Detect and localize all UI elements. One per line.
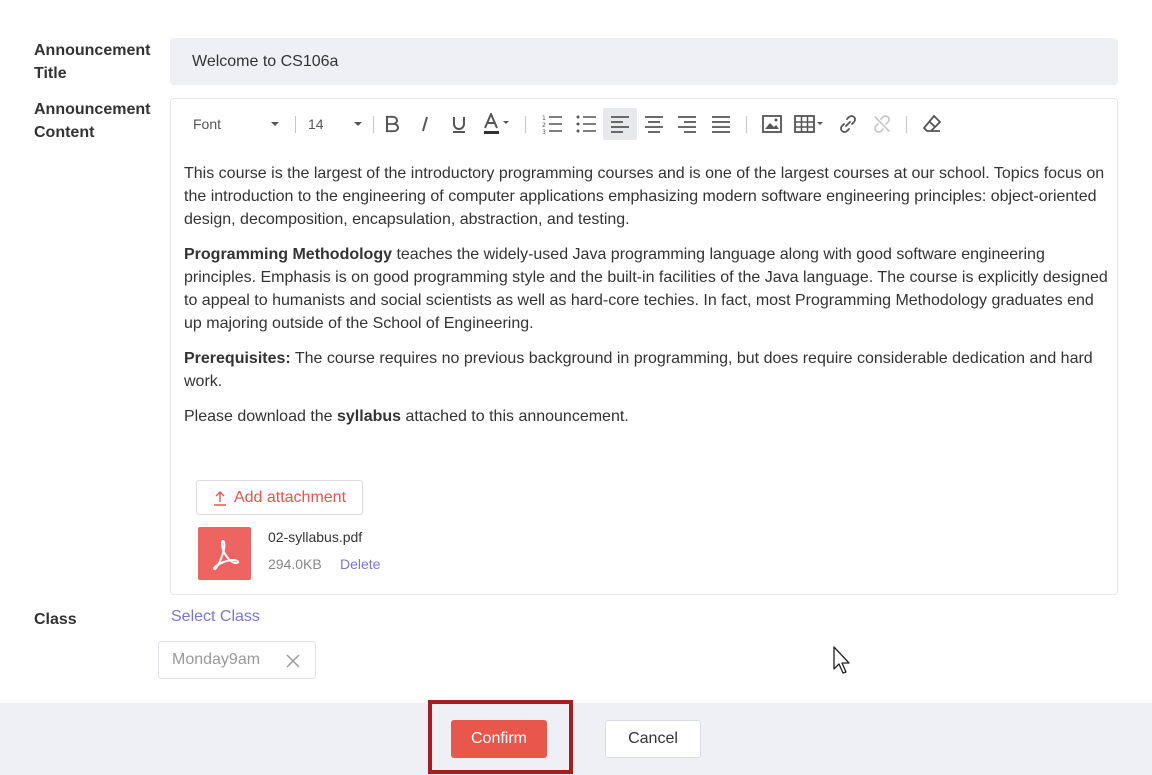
attachment-file-name[interactable]: 02-syllabus.pdf	[268, 529, 362, 545]
mouse-cursor-icon	[833, 646, 850, 674]
close-icon[interactable]	[285, 653, 301, 669]
bold-button[interactable]	[377, 108, 407, 140]
font-family-value: Font	[193, 116, 222, 132]
rich-text-editor: Font 14 123 This course is the largest o…	[170, 98, 1118, 595]
align-left-button[interactable]	[603, 108, 637, 140]
underline-icon	[453, 117, 465, 133]
align-center-button[interactable]	[637, 108, 671, 140]
content-paragraph: Please download the syllabus attached to…	[184, 405, 1109, 428]
toolbar-divider	[525, 116, 526, 133]
italic-button[interactable]	[411, 108, 441, 140]
insert-table-button[interactable]	[791, 108, 827, 140]
pdf-glyph	[212, 539, 239, 570]
class-chip: Monday9am	[158, 641, 316, 679]
paragraph-text: attached to this announcement.	[401, 408, 629, 425]
content-paragraph: This course is the largest of the introd…	[184, 165, 1105, 228]
class-chip-label: Monday9am	[172, 651, 261, 668]
highlight-box	[428, 700, 573, 774]
justify-icon	[712, 116, 730, 133]
content-paragraph: Programming Methodology teaches the wide…	[184, 243, 1109, 335]
clear-format-button[interactable]	[917, 108, 947, 140]
add-attachment-button[interactable]: Add attachment	[196, 480, 363, 515]
bold-text: Programming Methodology	[184, 246, 392, 263]
eraser-icon	[922, 114, 942, 132]
bullet-list-icon	[576, 115, 596, 133]
content-paragraph: Prerequisites: The course requires no pr…	[184, 347, 1109, 393]
align-center-icon	[645, 116, 663, 133]
select-class-link[interactable]: Select Class	[171, 608, 260, 626]
paragraph-text: The course requires no previous backgrou…	[184, 350, 1093, 390]
announcement-content-label: Announcement Content	[34, 101, 151, 141]
bold-icon	[386, 115, 399, 133]
announcement-title-label: Announcement Title	[34, 42, 151, 82]
link-icon	[840, 115, 856, 133]
insert-link-button[interactable]	[832, 108, 864, 140]
image-icon	[762, 115, 782, 133]
font-size-value: 14	[308, 116, 324, 132]
editor-content[interactable]: This course is the largest of the introd…	[184, 162, 1109, 440]
pdf-icon	[198, 527, 251, 580]
add-attachment-label: Add attachment	[233, 488, 347, 506]
underline-button[interactable]	[444, 108, 474, 140]
font-color-icon	[484, 113, 509, 134]
bold-text: syllabus	[337, 408, 402, 425]
bold-text: Prerequisites:	[184, 350, 291, 367]
unlink-button[interactable]	[866, 108, 898, 140]
svg-text:2: 2	[542, 122, 546, 129]
font-family-select[interactable]: Font	[185, 108, 287, 140]
svg-text:3: 3	[542, 129, 546, 134]
ordered-list-button[interactable]: 123	[536, 108, 568, 140]
editor-toolbar: Font 14 123	[171, 99, 1117, 149]
italic-icon	[422, 116, 428, 132]
toolbar-divider	[746, 116, 747, 133]
toolbar-divider	[906, 116, 907, 133]
attachment-file-size: 294.0KB	[268, 556, 322, 572]
paragraph-text: Please download the	[184, 408, 337, 425]
upload-icon	[213, 490, 226, 506]
ordered-list-icon: 123	[542, 115, 562, 134]
announcement-title-input[interactable]	[170, 38, 1118, 85]
font-size-select[interactable]: 14	[302, 108, 368, 140]
dialog-footer	[0, 703, 1152, 775]
insert-image-button[interactable]	[757, 108, 787, 140]
font-color-button[interactable]	[478, 108, 514, 140]
svg-text:1: 1	[542, 115, 546, 122]
unlink-icon	[874, 115, 890, 133]
chevron-down-icon	[271, 122, 279, 126]
toolbar-divider	[373, 116, 374, 133]
cancel-button[interactable]: Cancel	[605, 720, 701, 758]
align-right-button[interactable]	[670, 108, 704, 140]
chevron-down-icon	[354, 122, 362, 126]
align-left-icon	[611, 116, 629, 133]
justify-button[interactable]	[704, 108, 738, 140]
table-icon	[794, 115, 823, 133]
delete-attachment-link[interactable]: Delete	[340, 556, 380, 572]
toolbar-divider	[295, 116, 296, 133]
align-right-icon	[678, 116, 696, 133]
class-label: Class	[34, 611, 77, 628]
bullet-list-button[interactable]	[570, 108, 602, 140]
